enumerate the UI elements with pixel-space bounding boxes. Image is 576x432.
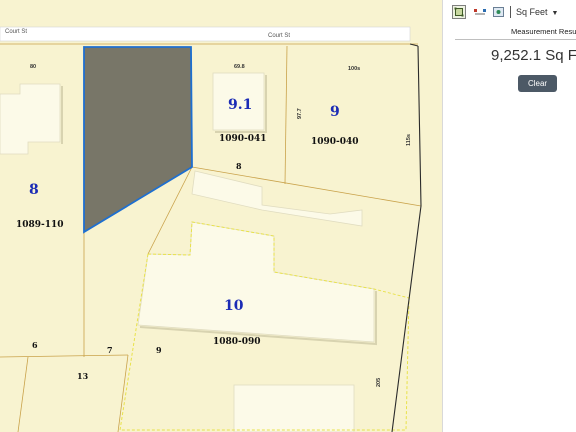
parcel-id-1090-041: 1090-041 xyxy=(219,134,267,144)
street-label-court-left: Court St xyxy=(5,29,27,35)
parcel-number-10: 10 xyxy=(224,298,244,314)
location-icon xyxy=(493,7,504,17)
building-lower xyxy=(233,384,355,432)
lot-number-8: 8 xyxy=(236,161,242,171)
area-tool-button[interactable] xyxy=(452,5,466,19)
distance-tool-button[interactable] xyxy=(473,5,487,19)
parcel-map[interactable]: Court St Court St 8 9.1 9 10 1089-110 10… xyxy=(0,0,442,432)
measurement-result-label: Measurement Result xyxy=(511,27,576,36)
lot-number-9: 9 xyxy=(156,345,162,355)
map-view[interactable]: Court St Court St 8 9.1 9 10 1089-110 10… xyxy=(0,0,442,432)
lot-number-13: 13 xyxy=(77,371,89,381)
dimension-69-8: 69.8 xyxy=(234,64,245,70)
unit-dropdown[interactable]: Sq Feet ▼ xyxy=(516,7,558,17)
court-street-road xyxy=(0,26,411,42)
building-parcel-10 xyxy=(137,221,375,343)
result-divider xyxy=(455,39,576,40)
dimension-115s: 115s xyxy=(406,134,412,146)
clear-button[interactable]: Clear xyxy=(518,75,557,92)
chevron-down-icon: ▼ xyxy=(551,10,559,17)
dimension-100s: 100s xyxy=(348,66,360,72)
toolbar-separator xyxy=(510,6,511,18)
dimension-80: 80 xyxy=(30,64,36,70)
street-label-court-right: Court St xyxy=(268,33,290,39)
parcel-id-1080-090: 1080-090 xyxy=(213,337,261,347)
parcel-number-9: 9 xyxy=(330,104,340,120)
measurement-result-value: 9,252.1 Sq Feet xyxy=(491,47,576,64)
dimension-97-7: 97.7 xyxy=(297,108,303,119)
parcel-id-1090-040: 1090-040 xyxy=(311,137,359,147)
lot-number-6: 6 xyxy=(32,340,38,350)
building-parcel-8-rear xyxy=(191,170,363,227)
measurement-panel: Sq Feet ▼ Measurement Result 9,252.1 Sq F… xyxy=(442,0,576,432)
dimension-205: 205 xyxy=(376,378,382,387)
selected-area-polygon[interactable] xyxy=(83,46,193,234)
unit-dropdown-label: Sq Feet xyxy=(516,7,548,17)
location-tool-button[interactable] xyxy=(492,5,506,19)
distance-measure-icon xyxy=(474,9,486,15)
lot-number-7: 7 xyxy=(107,345,113,355)
building-parcel-8 xyxy=(0,83,61,155)
parcel-number-8: 8 xyxy=(29,182,39,198)
area-measure-icon xyxy=(454,7,464,17)
parcel-number-9-1: 9.1 xyxy=(228,97,252,113)
parcel-id-1089-110: 1089-110 xyxy=(16,220,64,230)
